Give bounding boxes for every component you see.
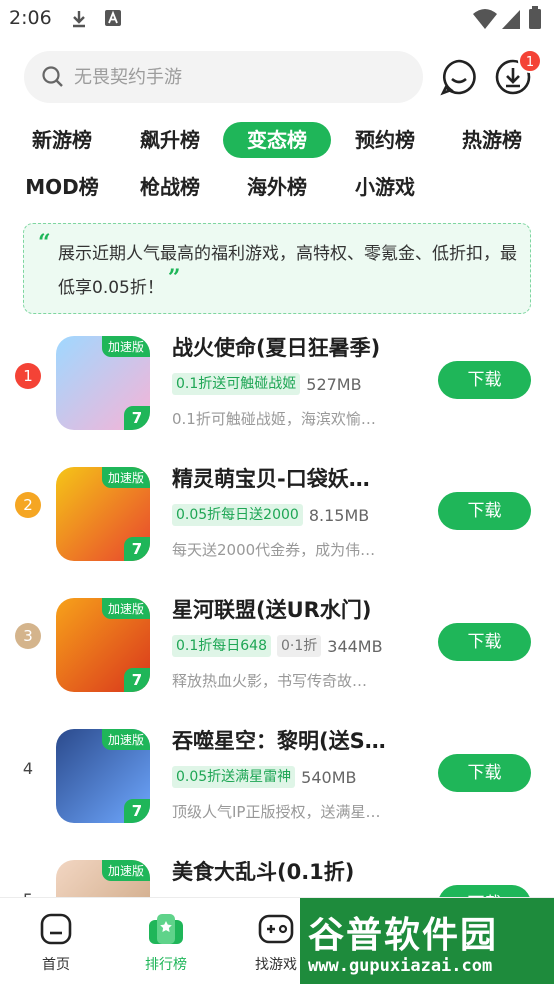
download-count-badge: 1: [518, 49, 542, 73]
game-name[interactable]: 美食大乱斗(0.1折): [172, 856, 412, 886]
watermark-title: 谷普软件园: [308, 915, 499, 956]
game-name[interactable]: 吞噬星空：黎明(送S…: [172, 725, 412, 755]
tag-line: 0.05折每日送2000 8.15MB: [172, 503, 369, 527]
game-icon[interactable]: 加速版 7: [56, 467, 150, 561]
tab-mod[interactable]: MOD榜: [14, 169, 110, 205]
seven-badge: 7: [124, 406, 150, 430]
speed-badge: 加速版: [101, 598, 150, 619]
game-name[interactable]: 战火使命(夏日狂暑季): [172, 332, 412, 362]
nav-ranking[interactable]: 排行榜: [126, 912, 206, 974]
game-icon[interactable]: 加速版 7: [56, 729, 150, 823]
seven-badge: 7: [124, 799, 150, 823]
seven-badge: 7: [124, 668, 150, 692]
download-status-icon: [73, 11, 85, 28]
search-input[interactable]: [74, 63, 404, 91]
game-icon[interactable]: 加速版 7: [56, 598, 150, 692]
download-button[interactable]: 下载: [438, 492, 531, 530]
speed-badge: 加速版: [101, 467, 150, 488]
game-row[interactable]: 3 加速版 7 星河联盟(送UR水门) 0.1折每日648 0·1折 344MB…: [0, 592, 554, 722]
tab-overseas[interactable]: 海外榜: [229, 169, 325, 205]
wifi-icon: [473, 9, 497, 29]
nav-home[interactable]: 首页: [16, 912, 96, 974]
rank-badge: 1: [15, 363, 41, 389]
speed-badge: 加速版: [101, 860, 150, 881]
open-quote-icon: “: [38, 230, 51, 256]
ranking-icon: [149, 914, 183, 944]
search-bar[interactable]: [24, 51, 423, 103]
tag-line: 0.05折送满星雷神 540MB: [172, 765, 357, 789]
game-desc: 释放热血火影，书写传奇故…: [172, 672, 368, 690]
message-icon[interactable]: [440, 58, 478, 96]
notice-text-content: 展示近期人气最高的福利游戏，高特权、零氪金、低折扣，最低享0.05折！: [58, 244, 517, 298]
close-quote-icon: ”: [167, 265, 181, 291]
nav-home-label: 首页: [42, 957, 70, 973]
discount-tag: 0.05折送满星雷神: [172, 766, 296, 788]
file-size: 540MB: [301, 767, 357, 787]
tab-new-games[interactable]: 新游榜: [14, 122, 110, 158]
game-name[interactable]: 星河联盟(送UR水门): [172, 594, 412, 624]
tab-mini-games[interactable]: 小游戏: [337, 169, 433, 205]
discount-tag: 0.05折每日送2000: [172, 504, 303, 526]
discount-tag: 0.1折送可触碰战姬: [172, 373, 301, 395]
game-desc: 0.1折可触碰战姬，海滨欢愉…: [172, 410, 376, 428]
game-desc: 顶级人气IP正版授权，送满星…: [172, 803, 381, 821]
game-desc: 每天送2000代金券，成为伟…: [172, 541, 376, 559]
search-icon: [42, 66, 63, 87]
font-status-icon: [105, 10, 121, 26]
tab-rising[interactable]: 飙升榜: [122, 122, 218, 158]
rank-badge: 2: [15, 492, 41, 518]
download-button[interactable]: 下载: [438, 754, 531, 792]
watermark-url: www.gupuxiazai.com: [308, 956, 493, 976]
battery-icon: [529, 6, 541, 29]
tab-reservation[interactable]: 预约榜: [337, 122, 433, 158]
discount-tag-secondary: 0·1折: [277, 635, 322, 657]
watermark: 谷普软件园 www.gupuxiazai.com: [300, 898, 554, 984]
download-button[interactable]: 下载: [438, 623, 531, 661]
tab-shooter[interactable]: 枪战榜: [122, 169, 218, 205]
tag-line: 0.1折每日648 0·1折 344MB: [172, 634, 383, 658]
game-icon[interactable]: 加速版 7: [56, 336, 150, 430]
game-row[interactable]: 1 加速版 7 战火使命(夏日狂暑季) 0.1折送可触碰战姬 527MB 0.1…: [0, 330, 554, 460]
rank-badge: 3: [15, 623, 41, 649]
notice-text: 展示近期人气最高的福利游戏，高特权、零氪金、低折扣，最低享0.05折！”: [58, 238, 528, 304]
speed-badge: 加速版: [101, 729, 150, 750]
download-button[interactable]: 下载: [438, 361, 531, 399]
game-row[interactable]: 4 加速版 7 吞噬星空：黎明(送S… 0.05折送满星雷神 540MB 顶级人…: [0, 723, 554, 853]
status-bar: 2:06: [0, 0, 554, 38]
file-size: 344MB: [327, 636, 383, 656]
notice-box: “ 展示近期人气最高的福利游戏，高特权、零氪金、低折扣，最低享0.05折！”: [23, 223, 531, 314]
game-row[interactable]: 2 加速版 7 精灵萌宝贝-口袋妖… 0.05折每日送2000 8.15MB 每…: [0, 461, 554, 591]
file-size: 527MB: [306, 374, 362, 394]
game-name[interactable]: 精灵萌宝贝-口袋妖…: [172, 463, 412, 493]
discount-tag: 0.1折每日648: [172, 635, 271, 657]
tab-bt[interactable]: 变态榜: [223, 122, 331, 158]
signal-icon: [502, 10, 520, 29]
status-time: 2:06: [9, 7, 52, 29]
file-size: 8.15MB: [308, 505, 370, 525]
tab-hot[interactable]: 热游榜: [444, 122, 540, 158]
rank-number: 4: [22, 759, 34, 778]
tag-line: 0.1折送可触碰战姬 527MB: [172, 372, 362, 396]
home-icon: [40, 913, 72, 945]
gamepad-icon: [258, 914, 294, 944]
seven-badge: 7: [124, 537, 150, 561]
nav-ranking-label: 排行榜: [145, 957, 187, 973]
speed-badge: 加速版: [101, 336, 150, 357]
